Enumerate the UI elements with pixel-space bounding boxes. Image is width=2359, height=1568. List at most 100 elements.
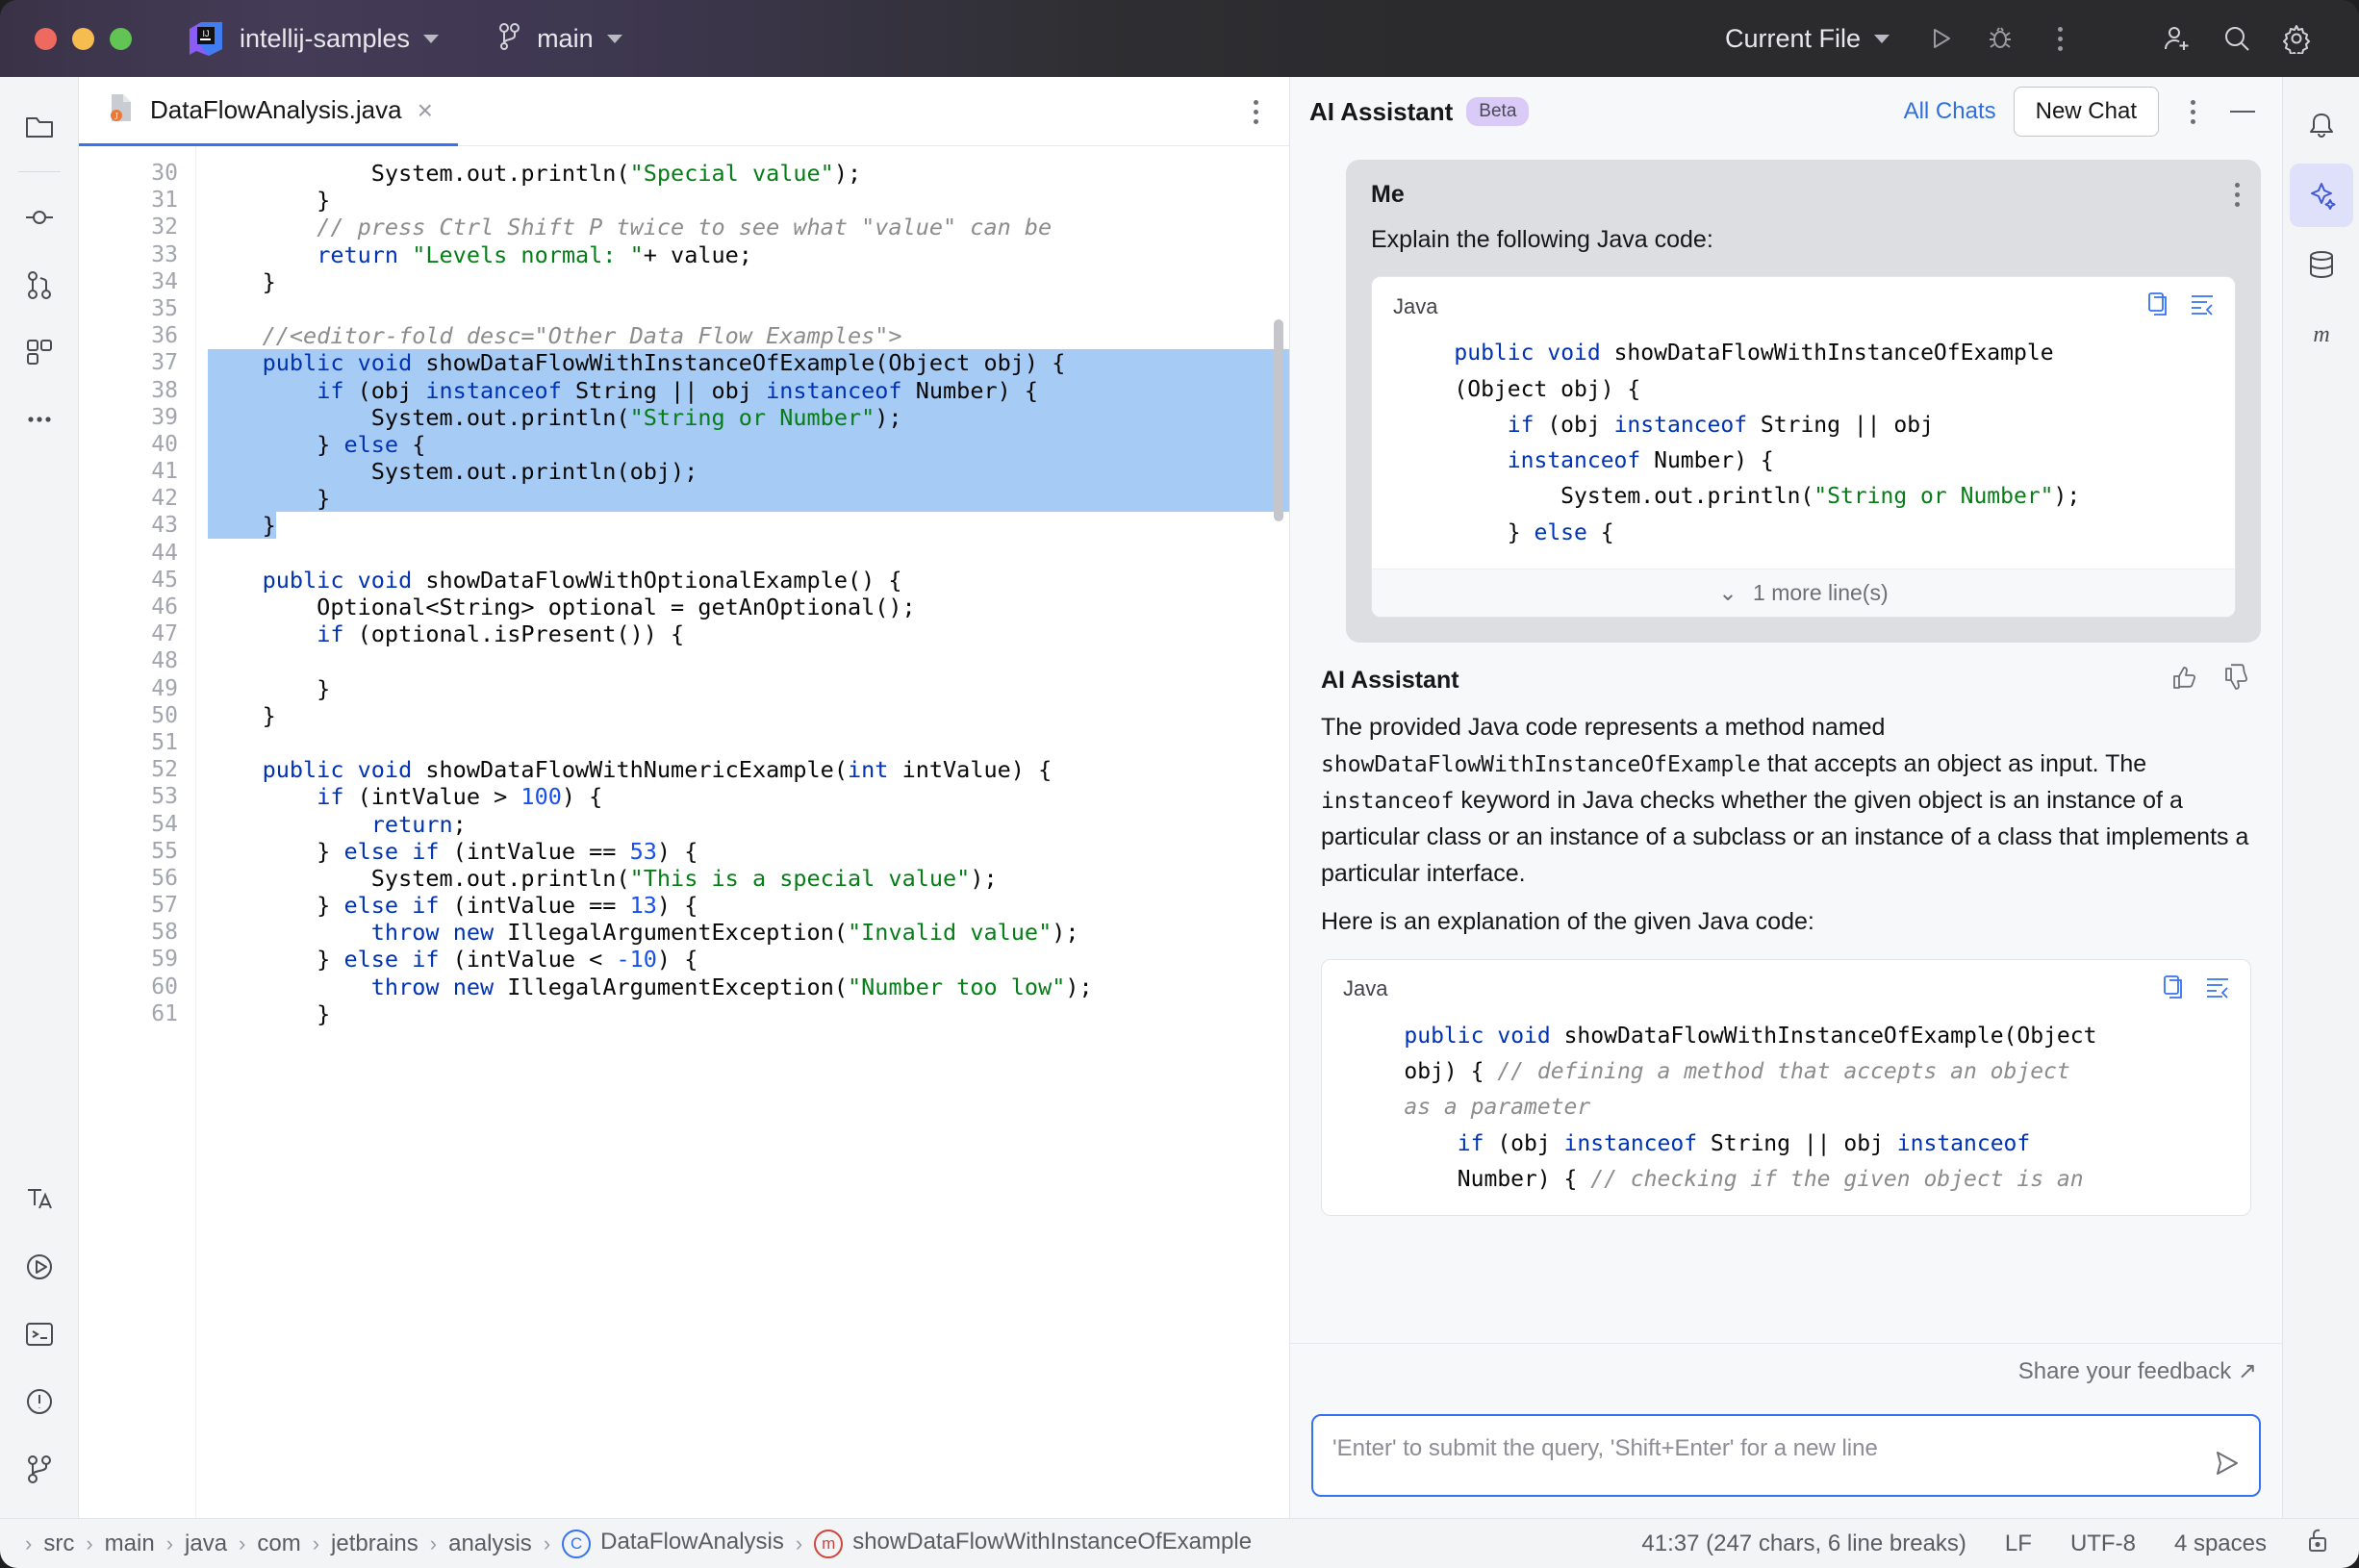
settings-icon[interactable] [2267,9,2326,68]
more-tools-icon[interactable] [8,388,71,451]
svg-text:m: m [2313,322,2329,347]
run-config-chevron-down-icon[interactable] [1874,34,1890,43]
maven-icon[interactable]: m [2290,302,2353,366]
code-line[interactable]: public void showDataFlowWithOptionalExam… [208,567,1289,594]
code-line[interactable]: } else if (intValue == 13) { [208,892,1289,919]
translate-icon[interactable] [8,1168,71,1231]
insert-code-icon[interactable] [2189,291,2216,322]
branch-chevron-down-icon[interactable] [606,34,622,43]
minimize-window-button[interactable] [72,27,94,50]
caret-position[interactable]: 41:37 (247 chars, 6 line breaks) [1641,1530,1966,1557]
breadcrumb-method[interactable]: m showDataFlowWithInstanceOfExample [802,1529,1263,1558]
problems-icon[interactable] [8,1370,71,1433]
insert-code-icon[interactable] [2204,974,2231,1005]
branch-name[interactable]: main [537,24,594,54]
line-separator[interactable]: LF [2005,1530,2032,1557]
code-line[interactable] [208,295,1289,322]
code-line[interactable]: } else { [208,430,1289,459]
debug-icon[interactable] [1970,9,2030,68]
code-line[interactable] [208,540,1289,567]
commit-icon[interactable] [8,186,71,249]
code-line[interactable]: } [208,268,1289,295]
window-controls[interactable] [35,27,132,50]
line-number: 30 [151,161,178,186]
code-line[interactable]: //<editor-fold desc="Other Data Flow Exa… [208,322,1289,349]
send-icon[interactable] [2211,1448,2242,1483]
code-line[interactable]: Optional<String> optional = getAnOptiona… [208,594,1289,620]
version-control-icon[interactable] [8,1437,71,1501]
run-configuration-selector[interactable]: Current File [1725,24,1861,54]
code-line[interactable]: } [208,187,1289,214]
new-chat-button[interactable]: New Chat [2013,87,2159,137]
code-line[interactable] [208,729,1289,756]
code-line[interactable]: if (obj instanceof String || obj instanc… [208,376,1289,404]
minimize-panel-icon[interactable] [2226,82,2259,141]
run-tool-icon[interactable] [8,1235,71,1299]
copy-code-icon[interactable] [2146,291,2171,322]
more-options-icon[interactable] [2030,9,2090,68]
copy-code-icon[interactable] [2162,974,2187,1005]
breadcrumb-item[interactable]: analysis [437,1530,544,1557]
all-chats-link[interactable]: All Chats [1904,98,1996,125]
breadcrumb-item[interactable]: java [173,1530,239,1557]
project-chevron-down-icon[interactable] [423,34,440,43]
code-line[interactable]: } else if (intValue == 53) { [208,838,1289,865]
code-line[interactable]: throw new IllegalArgumentException("Numb… [208,974,1289,1000]
code-line[interactable]: System.out.println("This is a special va… [208,865,1289,892]
editor-vertical-scrollbar[interactable] [1274,319,1283,521]
project-view-icon[interactable] [8,94,71,158]
indent-setting[interactable]: 4 spaces [2174,1530,2267,1557]
close-window-button[interactable] [35,27,57,50]
ai-panel-options-icon[interactable] [2176,82,2209,141]
ai-assistant-tool-icon[interactable] [2289,164,2353,227]
code-line[interactable]: System.out.println("String or Number"); [208,403,1289,431]
code-line[interactable]: } [208,702,1289,729]
thumbs-up-icon[interactable] [2170,664,2199,697]
ai-prompt-input[interactable]: 'Enter' to submit the query, 'Shift+Ente… [1311,1414,2261,1497]
code-line[interactable]: public void showDataFlowWithNumericExamp… [208,756,1289,783]
breadcrumb-item[interactable]: main [93,1530,166,1557]
code-line[interactable]: } [208,1000,1289,1027]
code-line[interactable]: if (intValue > 100) { [208,783,1289,810]
code-line[interactable]: } else if (intValue < -10) { [208,946,1289,973]
thumbs-down-icon[interactable] [2222,664,2251,697]
code-line[interactable]: } [208,512,1289,540]
terminal-icon[interactable] [8,1302,71,1366]
close-tab-icon[interactable]: × [418,96,433,124]
code-line[interactable]: return; [208,811,1289,838]
breadcrumb-class[interactable]: C DataFlowAnalysis [550,1529,796,1558]
code-line[interactable]: System.out.println(obj); [208,458,1289,486]
run-icon[interactable] [1911,9,1970,68]
pull-requests-icon[interactable] [8,253,71,316]
code-content[interactable]: System.out.println("Special value"); } /… [196,146,1289,1518]
search-icon[interactable] [2207,9,2267,68]
add-user-icon[interactable] [2147,9,2207,68]
beta-badge: Beta [1466,97,1530,126]
breadcrumb-item[interactable]: src [32,1530,86,1557]
code-line[interactable]: System.out.println("Special value"); [208,160,1289,187]
message-options-icon[interactable] [2235,183,2240,207]
code-line[interactable]: if (optional.isPresent()) { [208,620,1289,647]
code-line[interactable]: return "Levels normal: "+ value; [208,241,1289,268]
structure-icon[interactable] [8,320,71,384]
ai-chat-body[interactable]: Me Explain the following Java code: Java [1290,146,2282,1343]
code-line[interactable]: throw new IllegalArgumentException("Inva… [208,919,1289,946]
code-editor[interactable]: 30 31 32 33 34 35 36 37 38 39 40 41 42 43 44 45 46 47 48 49… [79,146,1289,1518]
expand-code-button[interactable]: ⌄ 1 more line(s) [1372,568,2235,617]
editor-tab-options-icon[interactable] [1254,77,1258,146]
breadcrumb-item[interactable]: jetbrains [319,1530,430,1557]
code-line[interactable]: } [208,675,1289,702]
maximize-window-button[interactable] [110,27,132,50]
code-line[interactable]: // press Ctrl Shift P twice to see what … [208,214,1289,240]
read-only-lock-icon[interactable] [2305,1527,2330,1560]
breadcrumb-item[interactable]: com [245,1530,312,1557]
notifications-bell-icon[interactable] [2290,94,2353,158]
database-icon[interactable] [2290,233,2353,296]
share-feedback-link[interactable]: Share your feedback ↗ [1290,1343,2282,1399]
code-line[interactable] [208,647,1289,674]
project-name[interactable]: intellij-samples [240,24,410,54]
code-line[interactable]: public void showDataFlowWithInstanceOfEx… [208,349,1289,377]
file-encoding[interactable]: UTF-8 [2070,1530,2136,1557]
code-line[interactable]: } [208,485,1289,513]
editor-tab-dataflowanalysis[interactable]: J DataFlowAnalysis.java × [79,77,458,146]
